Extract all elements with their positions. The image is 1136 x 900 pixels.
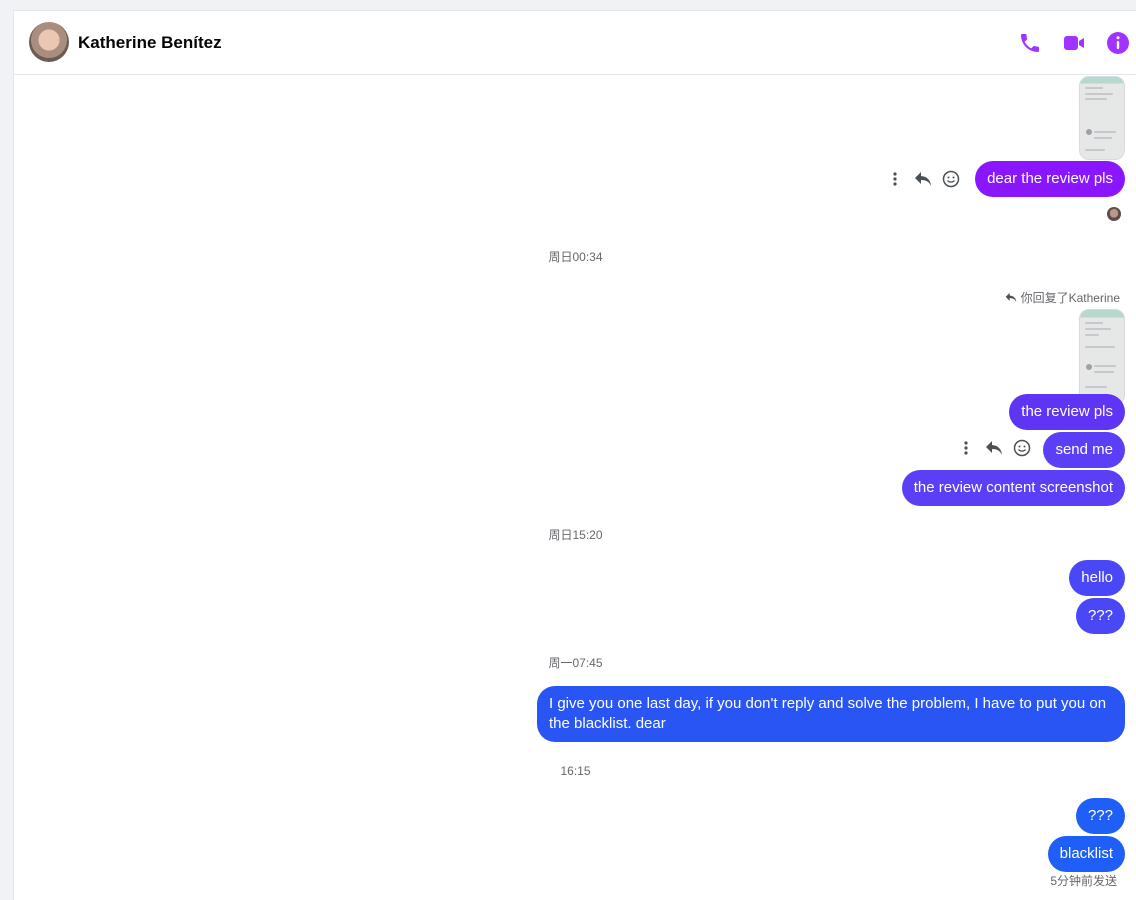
chat-header: Katherine Benítez (14, 11, 1136, 75)
message-bubble[interactable]: the review content screenshot (901, 470, 1125, 506)
info-icon[interactable] (1106, 31, 1130, 55)
message-bubble[interactable]: send me (1043, 432, 1125, 468)
message-bubble[interactable]: the review pls (1009, 394, 1125, 430)
reply-icon[interactable] (912, 168, 934, 190)
emoji-reaction-icon[interactable] (940, 168, 962, 190)
contact-name[interactable]: Katherine Benítez (78, 33, 222, 53)
reply-indicator: 你回复了Katherine (1005, 289, 1120, 306)
message-bubble[interactable]: ??? (1075, 798, 1125, 834)
message-bubble[interactable]: blacklist (1047, 836, 1125, 872)
message-bubble[interactable]: I give you one last day, if you don't re… (537, 686, 1125, 742)
chat-window: Katherine Benítez dear the review pls 周日… (13, 10, 1136, 900)
seen-avatar (1107, 207, 1121, 221)
timestamp: 周一07:45 (548, 656, 603, 670)
timestamp: 16:15 (560, 764, 591, 778)
emoji-reaction-icon[interactable] (1011, 437, 1033, 459)
timestamp: 周日00:34 (548, 250, 603, 264)
more-options-icon[interactable] (955, 437, 977, 459)
contact-avatar[interactable] (29, 22, 69, 62)
message-bubble[interactable]: hello (1069, 560, 1125, 596)
message-thread: dear the review pls 周日00:34 你回复了Katherin… (14, 76, 1136, 900)
reply-icon[interactable] (983, 437, 1005, 459)
message-actions (955, 436, 1033, 460)
message-bubble[interactable]: ??? (1075, 598, 1125, 634)
message-actions (884, 167, 962, 191)
reply-icon (1005, 292, 1016, 303)
phone-icon[interactable] (1018, 31, 1042, 55)
sent-status: 5分钟前发送 (1050, 874, 1117, 888)
video-camera-icon[interactable] (1062, 31, 1086, 55)
image-attachment[interactable] (1079, 76, 1125, 160)
more-options-icon[interactable] (884, 168, 906, 190)
reply-note-text: 你回复了Katherine (1020, 291, 1120, 305)
message-bubble[interactable]: dear the review pls (975, 161, 1125, 197)
timestamp: 周日15:20 (548, 528, 603, 542)
image-attachment[interactable] (1079, 309, 1125, 405)
